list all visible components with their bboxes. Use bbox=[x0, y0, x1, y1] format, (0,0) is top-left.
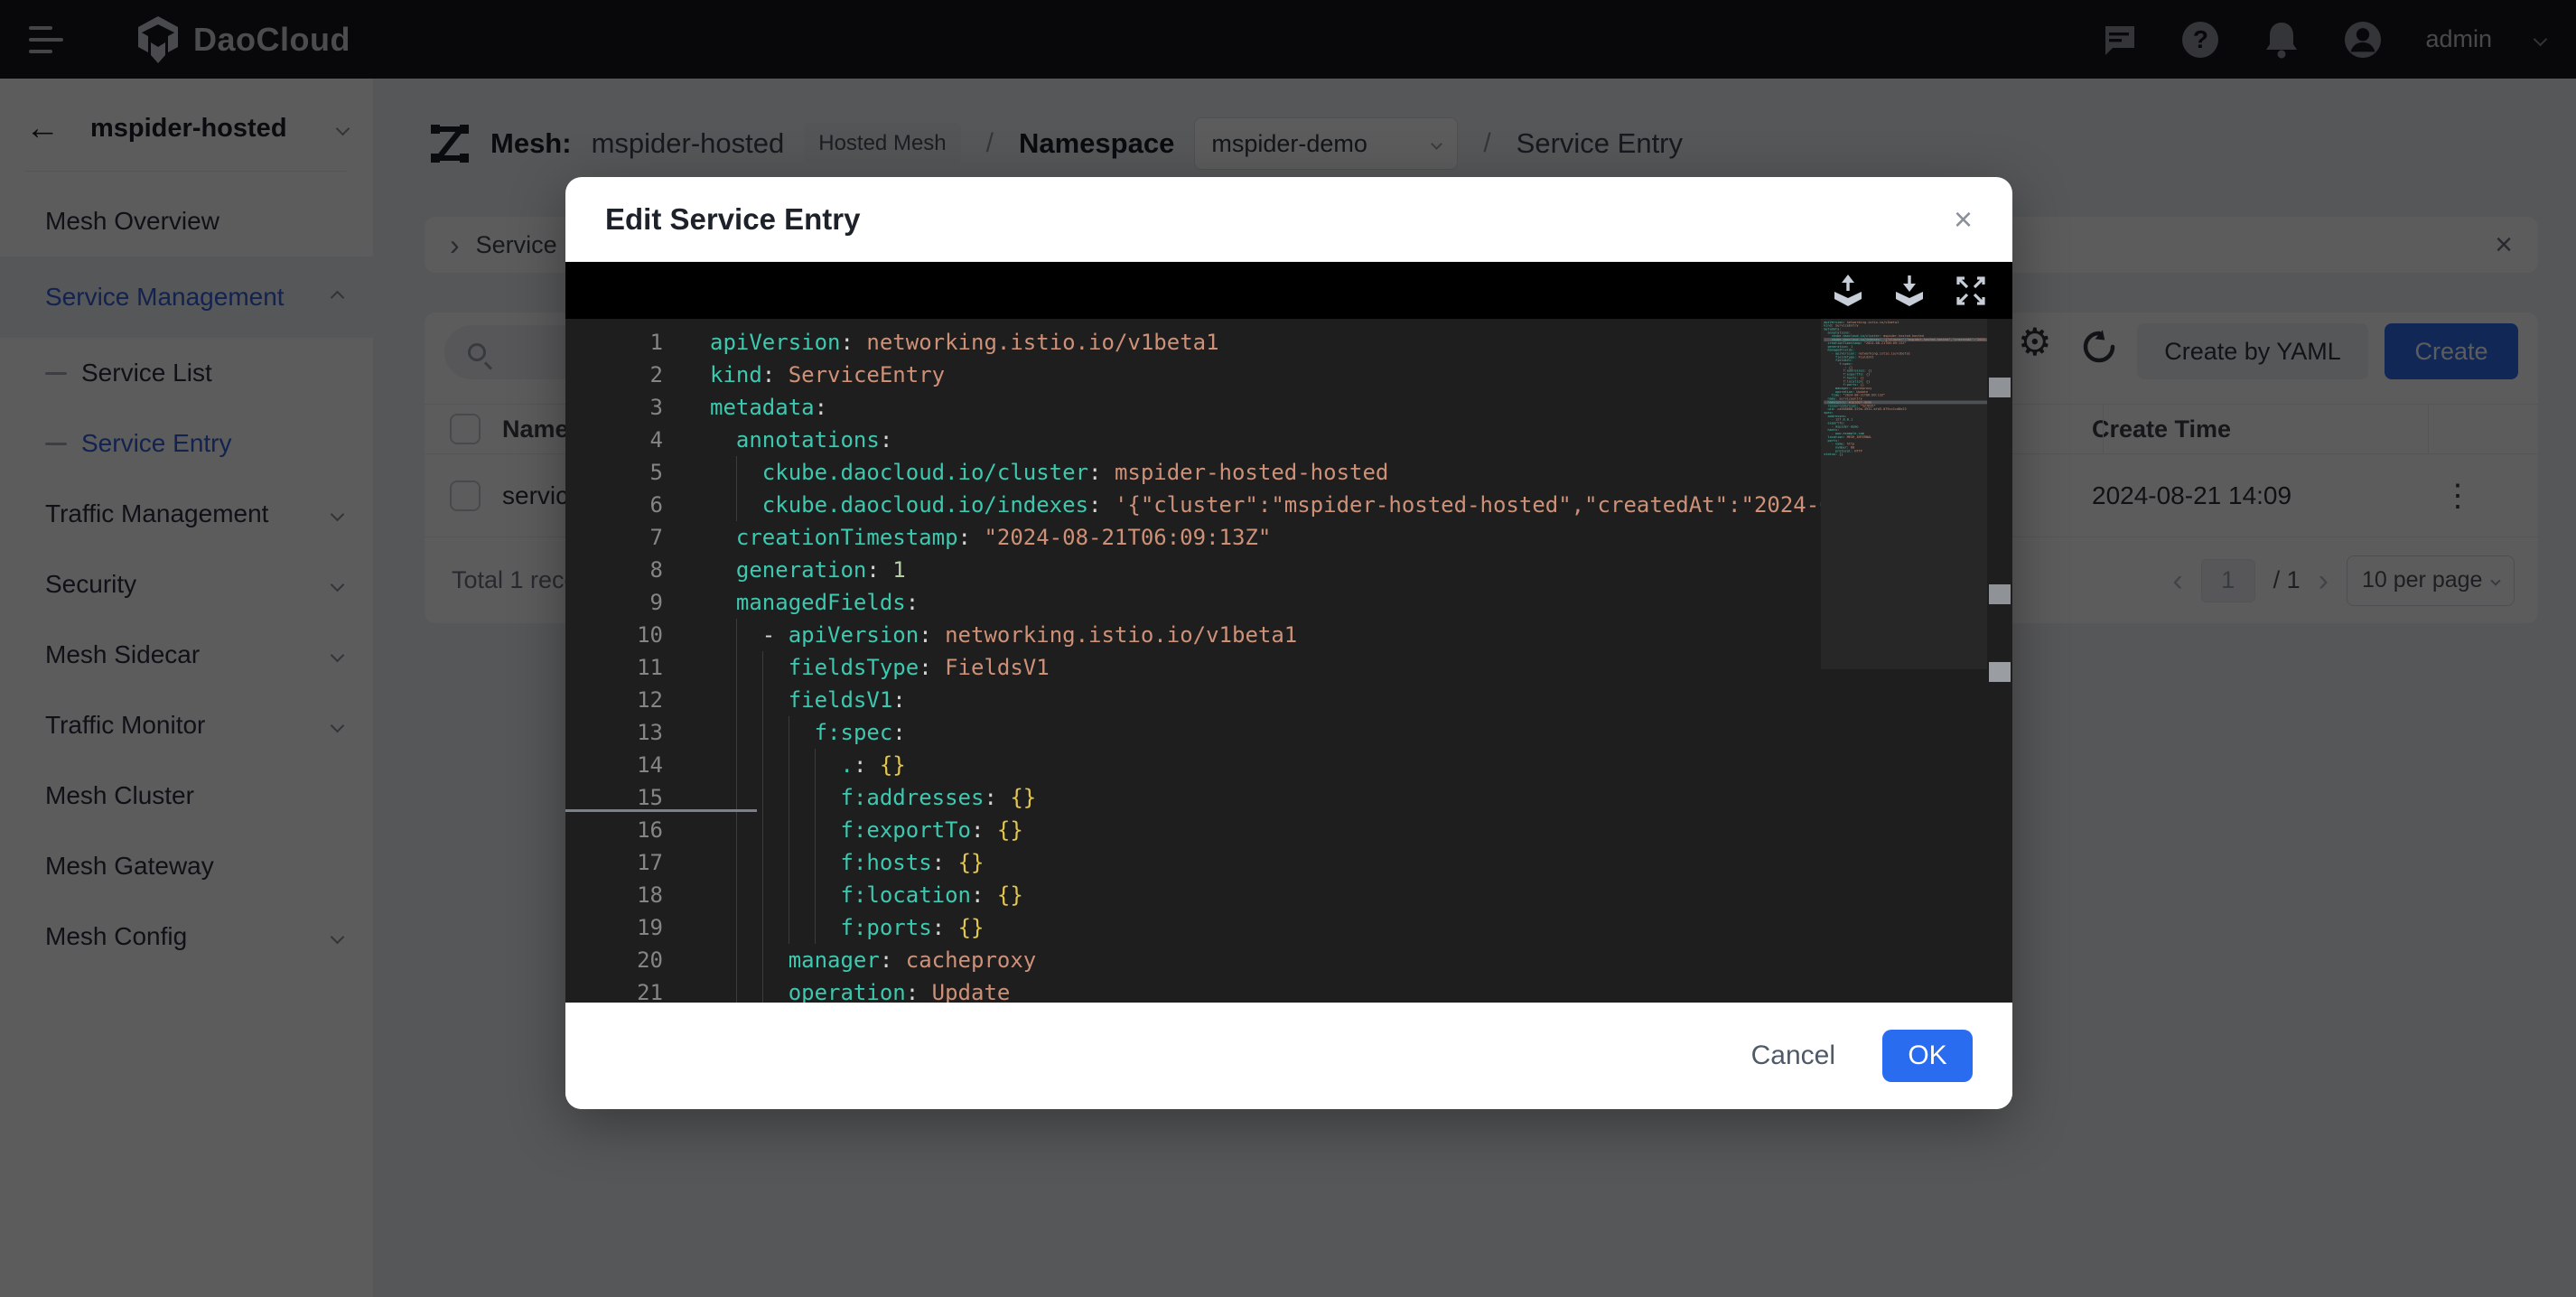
modal-close-icon[interactable]: × bbox=[1954, 203, 1973, 236]
line-content: f:hosts: {} bbox=[710, 846, 984, 879]
line-number: 21 bbox=[565, 976, 710, 1003]
line-content: ckube.daocloud.io/cluster: mspider-hoste… bbox=[710, 456, 1388, 489]
line-content: creationTimestamp: "2024-08-21T06:09:13Z… bbox=[710, 521, 1271, 554]
editor-toolbar bbox=[565, 262, 2012, 319]
modal-title: Edit Service Entry bbox=[605, 202, 860, 237]
line-content: manager: cacheproxy bbox=[710, 944, 1036, 976]
line-number: 3 bbox=[565, 391, 710, 424]
code-line[interactable]: 15f:addresses: {} bbox=[565, 781, 2012, 814]
line-number: 9 bbox=[565, 586, 710, 619]
line-content: operation: Update bbox=[710, 976, 1010, 1003]
edit-service-entry-modal: Edit Service Entry × 1apiVersion: networ… bbox=[565, 177, 2012, 1109]
code-line[interactable]: 14.: {} bbox=[565, 749, 2012, 781]
ruler-marker bbox=[1989, 378, 2011, 397]
line-number: 20 bbox=[565, 944, 710, 976]
line-number: 16 bbox=[565, 814, 710, 846]
minimap-slider-edge bbox=[565, 809, 757, 812]
code-line[interactable]: 9managedFields: bbox=[565, 586, 2012, 619]
ok-button[interactable]: OK bbox=[1882, 1030, 1973, 1082]
editor-code[interactable]: 1apiVersion: networking.istio.io/v1beta1… bbox=[565, 326, 2012, 1003]
line-number: 7 bbox=[565, 521, 710, 554]
line-number: 5 bbox=[565, 456, 710, 489]
line-content: fieldsType: FieldsV1 bbox=[710, 651, 1050, 684]
code-line[interactable]: 10- apiVersion: networking.istio.io/v1be… bbox=[565, 619, 2012, 651]
line-number: 1 bbox=[565, 326, 710, 359]
code-line[interactable]: 18f:location: {} bbox=[565, 879, 2012, 911]
code-line[interactable]: 13f:spec: bbox=[565, 716, 2012, 749]
code-line[interactable]: 21operation: Update bbox=[565, 976, 2012, 1003]
ruler-marker bbox=[1989, 662, 2011, 682]
code-line[interactable]: 19f:ports: {} bbox=[565, 911, 2012, 944]
line-number: 6 bbox=[565, 489, 710, 521]
code-line[interactable]: 2kind: ServiceEntry bbox=[565, 359, 2012, 391]
line-content: - apiVersion: networking.istio.io/v1beta… bbox=[710, 619, 1297, 651]
download-icon[interactable] bbox=[1890, 271, 1929, 311]
ruler-marker bbox=[1989, 584, 2011, 604]
line-number: 14 bbox=[565, 749, 710, 781]
line-content: f:exportTo: {} bbox=[710, 814, 1023, 846]
line-content: f:spec: bbox=[710, 716, 906, 749]
line-content: f:addresses: {} bbox=[710, 781, 1036, 814]
line-number: 19 bbox=[565, 911, 710, 944]
line-number: 2 bbox=[565, 359, 710, 391]
code-line[interactable]: 5ckube.daocloud.io/cluster: mspider-host… bbox=[565, 456, 2012, 489]
code-line[interactable]: 20manager: cacheproxy bbox=[565, 944, 2012, 976]
line-number: 11 bbox=[565, 651, 710, 684]
line-number: 8 bbox=[565, 554, 710, 586]
line-number: 17 bbox=[565, 846, 710, 879]
minimap-slider[interactable] bbox=[1821, 319, 1987, 669]
code-line[interactable]: 6ckube.daocloud.io/indexes: '{"cluster":… bbox=[565, 489, 2012, 521]
line-content: apiVersion: networking.istio.io/v1beta1 bbox=[710, 326, 1219, 359]
modal-footer: Cancel OK bbox=[565, 1003, 2012, 1109]
line-number: 12 bbox=[565, 684, 710, 716]
line-content: annotations: bbox=[710, 424, 892, 456]
line-content: fieldsV1: bbox=[710, 684, 906, 716]
code-line[interactable]: 11fieldsType: FieldsV1 bbox=[565, 651, 2012, 684]
line-content: f:ports: {} bbox=[710, 911, 984, 944]
line-number: 13 bbox=[565, 716, 710, 749]
yaml-editor[interactable]: 1apiVersion: networking.istio.io/v1beta1… bbox=[565, 319, 2012, 1003]
line-content: .: {} bbox=[710, 749, 906, 781]
line-content: metadata: bbox=[710, 391, 827, 424]
line-number: 10 bbox=[565, 619, 710, 651]
modal-header: Edit Service Entry × bbox=[565, 177, 2012, 262]
line-number: 4 bbox=[565, 424, 710, 456]
editor-minimap[interactable]: apiVersion: networking.istio.io/v1beta1k… bbox=[1821, 319, 1987, 1003]
code-line[interactable]: 4annotations: bbox=[565, 424, 2012, 456]
code-line[interactable]: 7creationTimestamp: "2024-08-21T06:09:13… bbox=[565, 521, 2012, 554]
code-line[interactable]: 8generation: 1 bbox=[565, 554, 2012, 586]
line-content: generation: 1 bbox=[710, 554, 906, 586]
line-content: ckube.daocloud.io/indexes: '{"cluster":"… bbox=[710, 489, 1833, 521]
code-line[interactable]: 1apiVersion: networking.istio.io/v1beta1 bbox=[565, 326, 2012, 359]
line-content: f:location: {} bbox=[710, 879, 1023, 911]
line-number: 18 bbox=[565, 879, 710, 911]
code-line[interactable]: 3metadata: bbox=[565, 391, 2012, 424]
upload-icon[interactable] bbox=[1828, 271, 1868, 311]
code-line[interactable]: 16f:exportTo: {} bbox=[565, 814, 2012, 846]
fullscreen-icon[interactable] bbox=[1951, 271, 1991, 311]
overview-ruler bbox=[1987, 319, 2012, 1003]
line-content: managedFields: bbox=[710, 586, 919, 619]
code-line[interactable]: 12fieldsV1: bbox=[565, 684, 2012, 716]
line-content: kind: ServiceEntry bbox=[710, 359, 945, 391]
code-line[interactable]: 17f:hosts: {} bbox=[565, 846, 2012, 879]
cancel-button[interactable]: Cancel bbox=[1751, 1040, 1835, 1071]
